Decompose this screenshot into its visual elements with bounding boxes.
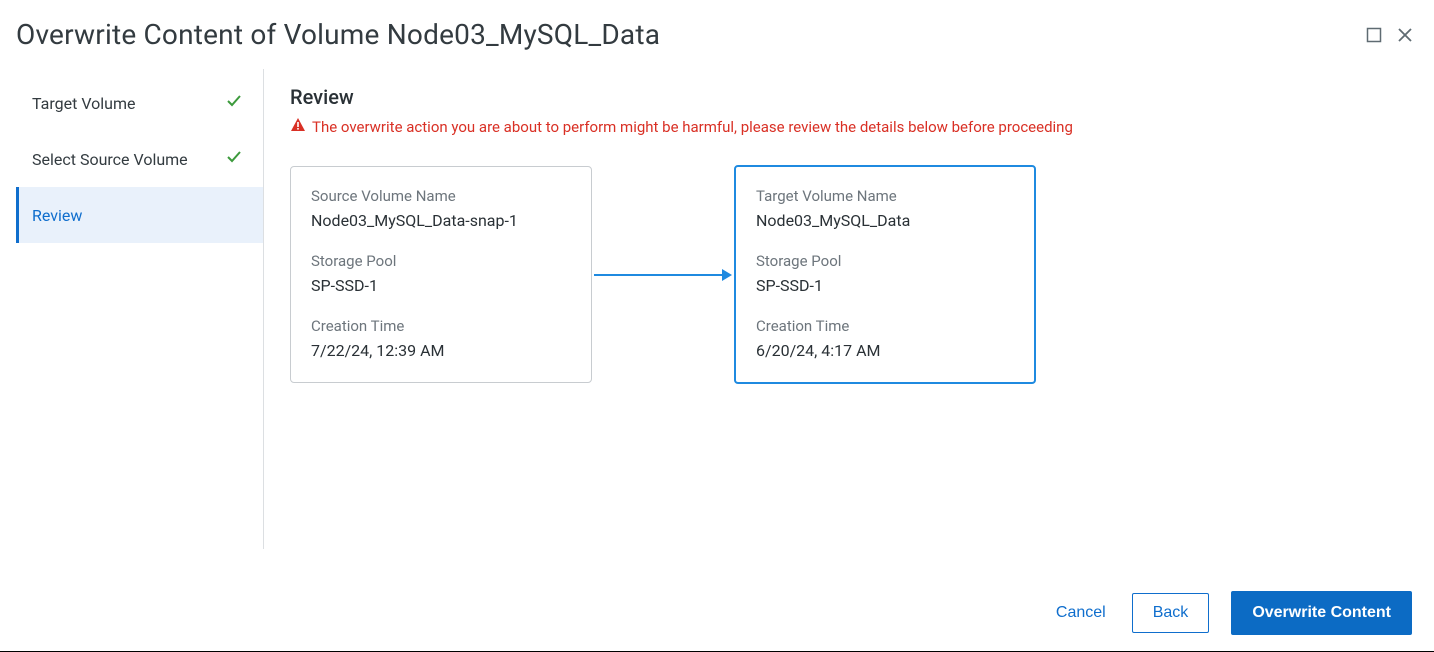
target-ctime-label: Creation Time <box>756 317 1014 335</box>
wizard-main: Review The overwrite action you are abou… <box>264 69 1434 549</box>
source-name-label: Source Volume Name <box>311 187 571 205</box>
maximize-icon[interactable] <box>1366 27 1382 43</box>
cancel-button[interactable]: Cancel <box>1052 594 1110 632</box>
step-title: Review <box>290 85 1434 109</box>
source-target-row: Source Volume Name Node03_MySQL_Data-sna… <box>290 165 1434 384</box>
dialog-header: Overwrite Content of Volume Node03_MySQL… <box>0 0 1434 69</box>
step-select-source-volume[interactable]: Select Source Volume <box>16 131 263 187</box>
source-pool-value: SP-SSD-1 <box>311 276 571 295</box>
overwrite-content-button[interactable]: Overwrite Content <box>1231 591 1412 635</box>
target-card: Target Volume Name Node03_MySQL_Data Sto… <box>734 165 1036 384</box>
source-card: Source Volume Name Node03_MySQL_Data-sna… <box>290 166 592 383</box>
check-icon <box>225 92 243 114</box>
back-button[interactable]: Back <box>1132 593 1210 633</box>
target-name-label: Target Volume Name <box>756 187 1014 205</box>
source-ctime-value: 7/22/24, 12:39 AM <box>311 341 571 360</box>
dialog-content: Target Volume Select Source Volume Revie… <box>0 69 1434 549</box>
step-label: Target Volume <box>32 94 136 113</box>
warning-text: The overwrite action you are about to pe… <box>312 118 1073 136</box>
step-label: Select Source Volume <box>32 150 188 169</box>
step-review[interactable]: Review <box>16 187 263 243</box>
dialog-footer: Cancel Back Overwrite Content <box>1052 591 1412 635</box>
wizard-steps: Target Volume Select Source Volume Revie… <box>16 69 264 549</box>
source-name-value: Node03_MySQL_Data-snap-1 <box>311 211 571 230</box>
step-target-volume[interactable]: Target Volume <box>16 75 263 131</box>
dialog-title: Overwrite Content of Volume Node03_MySQL… <box>16 18 660 51</box>
arrow-icon <box>592 265 734 285</box>
source-pool-label: Storage Pool <box>311 252 571 270</box>
step-label: Review <box>32 206 82 225</box>
target-name-value: Node03_MySQL_Data <box>756 211 1014 230</box>
source-ctime-label: Creation Time <box>311 317 571 335</box>
target-pool-label: Storage Pool <box>756 252 1014 270</box>
close-icon[interactable] <box>1396 26 1414 44</box>
check-icon <box>225 148 243 170</box>
target-ctime-value: 6/20/24, 4:17 AM <box>756 341 1014 360</box>
warning-banner: The overwrite action you are about to pe… <box>290 117 1434 137</box>
header-icons <box>1366 26 1414 44</box>
warning-icon <box>290 117 306 137</box>
target-pool-value: SP-SSD-1 <box>756 276 1014 295</box>
